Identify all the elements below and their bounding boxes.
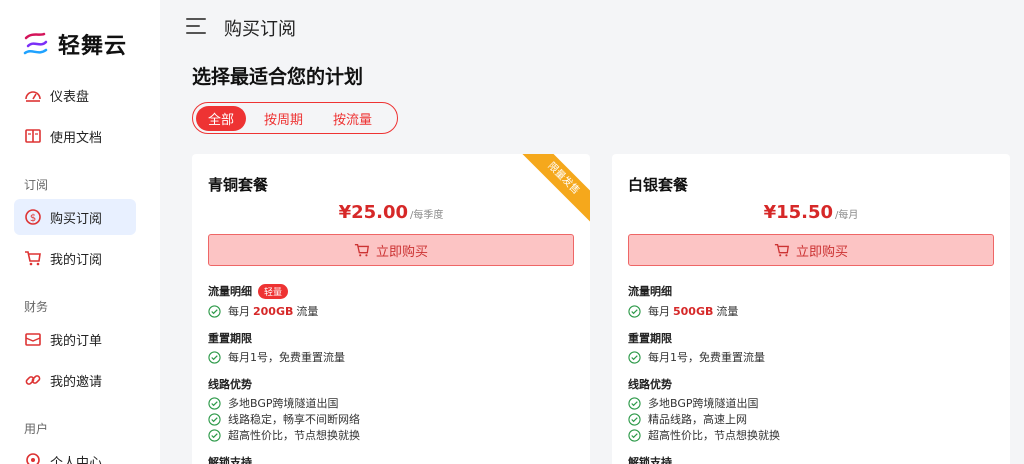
route-feature-text: 多地BGP跨境隧道出国 <box>228 397 339 410</box>
sidebar-item-label: 个人中心 <box>50 455 103 464</box>
sidebar-item-label: 购买订阅 <box>50 211 103 227</box>
buy-now-label: 立即购买 <box>795 244 848 260</box>
sidebar-item-label: 我的邀请 <box>50 374 103 390</box>
traffic-feature: 每月 200GB 流量 <box>208 303 318 319</box>
section-label-subscription: 订阅 <box>24 178 49 192</box>
route-feature: 多地BGP跨境隧道出国 <box>208 395 339 411</box>
reset-title: 重置期限 <box>208 332 252 345</box>
traffic-value: 200GB <box>253 304 294 318</box>
sidebar-item-label: 我的订阅 <box>50 252 103 268</box>
plan-price: ¥25.00 <box>338 202 409 223</box>
buy-now-label: 立即购买 <box>375 244 428 260</box>
brand-name: 轻舞云 <box>58 34 128 59</box>
buy-now-button[interactable]: 立即购买 <box>628 234 994 266</box>
plans-heading: 选择最适合您的计划 <box>192 66 364 88</box>
plan-price: ¥15.50 <box>763 202 834 223</box>
check-circle-icon <box>208 304 221 318</box>
traffic-badge: 轻量 <box>258 283 289 299</box>
traffic-value: 500GB <box>673 304 714 318</box>
sidebar-item-profile[interactable]: 个人中心 <box>14 443 136 464</box>
tab-by-traffic[interactable]: 按流量 <box>321 106 384 131</box>
reset-text: 每月1号，免费重置流量 <box>228 351 345 364</box>
route-feature-text: 线路稳定，畅享不间断网络 <box>228 413 360 426</box>
plan-name: 青铜套餐 <box>208 176 269 194</box>
section-label-finance: 财务 <box>24 300 49 314</box>
unlock-title: 解锁支持 <box>628 456 672 464</box>
sidebar-item-my-orders[interactable]: 我的订单 <box>14 321 136 357</box>
traffic-feature: 每月 500GB 流量 <box>628 303 738 319</box>
check-circle-icon <box>208 396 221 410</box>
check-circle-icon <box>208 412 221 426</box>
hamburger-icon[interactable] <box>186 18 206 34</box>
sidebar-item-my-subscription[interactable]: 我的订阅 <box>14 240 136 276</box>
link-icon <box>25 375 41 385</box>
traffic-suffix: 流量 <box>296 305 319 318</box>
route-title: 线路优势 <box>628 378 672 391</box>
route-feature: 超高性价比，节点想换就换 <box>208 427 360 443</box>
section-label-user: 用户 <box>24 422 49 436</box>
check-circle-icon <box>628 396 641 410</box>
svg-text:$: $ <box>30 213 36 224</box>
plan-period: /每月 <box>835 210 859 221</box>
tab-by-period[interactable]: 按周期 <box>252 106 315 131</box>
book-icon <box>25 129 41 143</box>
route-feature: 超高性价比，节点想换就换 <box>628 427 780 443</box>
sidebar-item-buy-subscription[interactable]: $ 购买订阅 <box>14 199 136 235</box>
reset-title: 重置期限 <box>628 332 672 345</box>
route-title: 线路优势 <box>208 378 252 391</box>
reset-feature: 每月1号，免费重置流量 <box>208 349 345 365</box>
route-feature-text: 超高性价比，节点想换就换 <box>648 429 780 442</box>
route-feature-text: 超高性价比，节点想换就换 <box>228 429 360 442</box>
reset-text: 每月1号，免费重置流量 <box>648 351 765 364</box>
route-feature: 多地BGP跨境隧道出国 <box>628 395 759 411</box>
sidebar-item-docs[interactable]: 使用文档 <box>14 118 136 154</box>
user-pin-icon <box>26 453 40 464</box>
unlock-title: 解锁支持 <box>208 456 252 464</box>
check-circle-icon <box>628 428 641 442</box>
plan-card-silver: 白银套餐 ¥15.50/每月 立即购买 流量明细 每月 500GB 流量 重置期限 … <box>612 154 1010 464</box>
check-circle-icon <box>208 350 221 364</box>
cart-icon <box>25 251 41 266</box>
check-circle-icon <box>628 412 641 426</box>
brand[interactable]: 轻舞云 <box>22 28 127 60</box>
plan-card-bronze: 限量发售 青铜套餐 ¥25.00/每季度 立即购买 流量明细 轻量 每月 200G… <box>192 154 590 464</box>
plan-name: 白银套餐 <box>628 176 689 194</box>
route-feature-text: 多地BGP跨境隧道出国 <box>648 397 759 410</box>
cart-icon <box>774 244 789 257</box>
traffic-prefix: 每月 <box>648 305 670 318</box>
tab-all[interactable]: 全部 <box>196 105 247 131</box>
sidebar-item-dashboard[interactable]: 仪表盘 <box>14 77 136 113</box>
cart-icon <box>354 244 369 257</box>
buy-now-button[interactable]: 立即购买 <box>208 234 574 266</box>
check-circle-icon <box>628 304 641 318</box>
dashboard-icon <box>25 91 41 102</box>
page-title: 购买订阅 <box>224 19 296 40</box>
check-circle-icon <box>628 350 641 364</box>
traffic-title: 流量明细 <box>628 285 672 298</box>
traffic-prefix: 每月 <box>228 305 250 318</box>
sidebar-item-label: 使用文档 <box>50 130 103 146</box>
reset-feature: 每月1号，免费重置流量 <box>628 349 765 365</box>
sidebar-item-my-invites[interactable]: 我的邀请 <box>14 362 136 398</box>
route-feature: 线路稳定，畅享不间断网络 <box>208 411 360 427</box>
sidebar: 轻舞云 仪表盘 使用文档 订阅 $ 购买订阅 我的订阅 财务 我的订单 我的邀请… <box>0 0 160 464</box>
receipt-icon <box>25 333 41 346</box>
dollar-icon: $ <box>25 209 41 225</box>
route-feature-text: 精品线路，高速上网 <box>648 413 747 426</box>
traffic-suffix: 流量 <box>716 305 739 318</box>
price-row: ¥15.50/每月 <box>612 202 1010 223</box>
price-row: ¥25.00/每季度 <box>192 202 590 223</box>
plan-period: /每季度 <box>410 210 444 221</box>
filter-tabs: 全部 按周期 按流量 <box>192 102 398 134</box>
route-feature: 精品线路，高速上网 <box>628 411 747 427</box>
traffic-title-text: 流量明细 <box>208 285 252 298</box>
check-circle-icon <box>208 428 221 442</box>
sidebar-item-label: 我的订单 <box>50 333 103 349</box>
traffic-title: 流量明细 轻量 <box>208 283 289 299</box>
ribbon-logo-icon <box>23 32 48 55</box>
sidebar-item-label: 仪表盘 <box>50 89 90 105</box>
